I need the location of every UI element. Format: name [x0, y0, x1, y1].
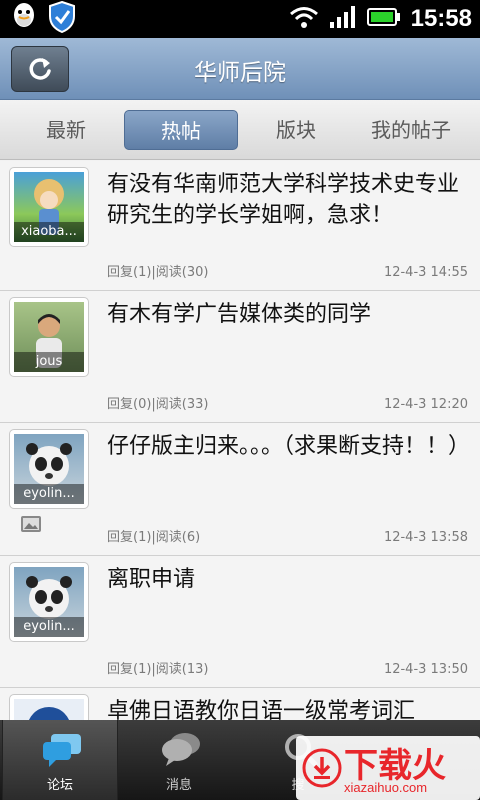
avatar-name: eyolin...	[14, 484, 84, 504]
messages-icon	[162, 733, 200, 766]
post-title: 离职申请	[107, 567, 196, 592]
nav-messages-label: 消息	[165, 778, 192, 793]
post-meta: 回复(1)|阅读(6)	[107, 530, 201, 545]
post-meta: 回复(0)|阅读(33)	[107, 397, 209, 412]
avatar-image-icon: T	[28, 707, 70, 720]
post-meta: 回复(1)|阅读(30)	[107, 265, 209, 280]
nav-messages[interactable]: 消息	[121, 720, 237, 800]
post-meta: 回复(1)|阅读(13)	[107, 662, 209, 677]
post-item[interactable]: eyolin... 离职申请 回复(1)|阅读(13) 12-4-3 13:50	[0, 556, 480, 688]
post-title: 卓佛日语教你日语一级常考词汇	[107, 699, 416, 720]
title-bar: 华师后院	[0, 38, 480, 100]
qq-icon	[10, 2, 38, 36]
tab-hot-posts[interactable]: 热帖	[124, 110, 238, 150]
forum-chat-icon	[43, 734, 81, 767]
post-item[interactable]: xiaoba... 有没有华南师范大学科学技术史专业研究生的学长学姐啊，急求！ …	[0, 161, 480, 291]
post-time: 12-4-3 13:58	[383, 530, 468, 545]
tab-my-posts[interactable]: 我的帖子	[350, 110, 472, 150]
post-item[interactable]: T 卓佛日语教你日语一级常考词汇	[0, 688, 480, 720]
download-logo-icon	[302, 748, 342, 788]
watermark: 下载火 xiazaihuo.com	[296, 736, 480, 800]
tab-boards[interactable]: 版块	[248, 110, 344, 150]
post-time: 12-4-3 12:20	[383, 397, 468, 412]
battery-icon	[366, 6, 401, 32]
status-time: 15:58	[410, 5, 472, 32]
avatar[interactable]: xiaoba...	[9, 167, 89, 247]
post-list[interactable]: xiaoba... 有没有华南师范大学科学技术史专业研究生的学长学姐啊，急求！ …	[0, 161, 480, 720]
post-item[interactable]: jous 有木有学广告媒体类的同学 回复(0)|阅读(33) 12-4-3 12…	[0, 291, 480, 423]
page-title: 华师后院	[194, 60, 286, 86]
avatar[interactable]: jous	[9, 297, 89, 377]
tab-bar: 最新 热帖 版块 我的帖子	[0, 100, 480, 160]
avatar[interactable]: eyolin...	[9, 429, 89, 509]
avatar-name: jous	[14, 352, 84, 372]
post-item[interactable]: eyolin... 仔仔版主归来。。。（求果断支持！！） 回复(1)|阅读(6)…	[0, 423, 480, 556]
avatar-name: xiaoba...	[14, 222, 84, 242]
tab-latest[interactable]: 最新	[18, 110, 114, 150]
security-shield-icon	[48, 0, 76, 37]
avatar-name: eyolin...	[14, 617, 84, 637]
signal-icon	[329, 5, 357, 33]
avatar[interactable]: T	[9, 694, 89, 720]
post-time: 12-4-3 14:55	[383, 265, 468, 280]
image-attachment-icon	[21, 516, 41, 532]
post-title: 有木有学广告媒体类的同学	[107, 302, 372, 327]
wifi-icon	[289, 5, 319, 33]
status-bar: 15:58	[0, 0, 480, 38]
post-title: 仔仔版主归来。。。（求果断支持！！）	[107, 434, 471, 459]
watermark-url: xiazaihuo.com	[344, 780, 428, 795]
avatar[interactable]: eyolin...	[9, 562, 89, 642]
post-time: 12-4-3 13:50	[383, 662, 468, 677]
nav-forum-label: 论坛	[46, 778, 73, 793]
nav-forum[interactable]: 论坛	[2, 720, 118, 800]
post-title: 有没有华南师范大学科学技术史专业研究生的学长学姐啊，急求！	[107, 172, 460, 228]
